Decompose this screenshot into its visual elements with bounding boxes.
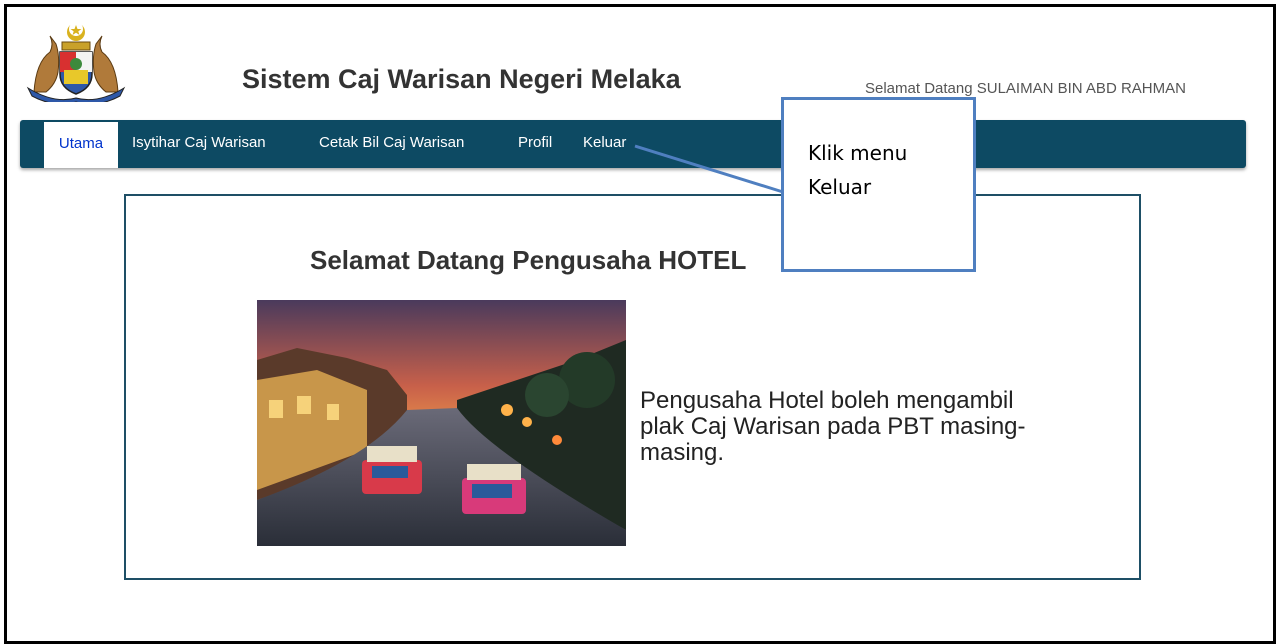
site-title: Sistem Caj Warisan Negeri Melaka (242, 64, 681, 94)
content-heading: Selamat Datang Pengusaha HOTEL (310, 245, 747, 275)
main-navbar: Utama Isytihar Caj Warisan Cetak Bil Caj… (20, 120, 1246, 168)
nav-item-profil[interactable]: Profil (518, 120, 552, 168)
callout-line-1: Klik menu (808, 141, 908, 165)
welcome-user-text: Selamat Datang SULAIMAN BIN ABD RAHMAN (865, 80, 1186, 97)
nav-item-isytihar-caj-warisan[interactable]: Isytihar Caj Warisan (132, 120, 266, 168)
nav-item-keluar[interactable]: Keluar (583, 120, 626, 168)
callout-line-2: Keluar (808, 175, 872, 199)
callout-box: Klik menu Keluar (781, 97, 976, 272)
nav-item-cetak-bil-caj-warisan[interactable]: Cetak Bil Caj Warisan (319, 120, 464, 168)
nav-item-utama[interactable]: Utama (44, 120, 118, 168)
info-text: Pengusaha Hotel boleh mengambil plak Caj… (640, 387, 1026, 466)
melaka-coat-of-arms-icon (26, 22, 126, 102)
melaka-river-photo (257, 300, 626, 546)
